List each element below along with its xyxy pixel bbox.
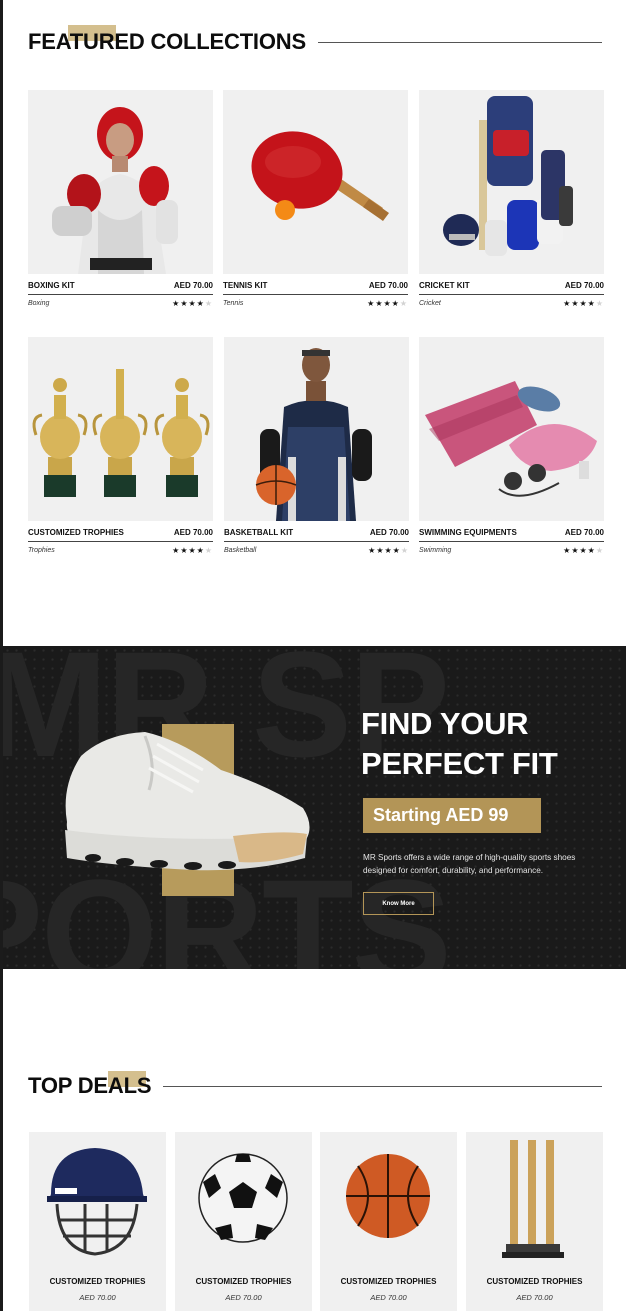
promo-banner: MR SP PORTS FIND YOUR PERFECT FIT Starti… [3,646,626,969]
cricket-stumps-image[interactable] [466,1132,603,1272]
header-rule [163,1085,602,1087]
product-category: Basketball [224,547,257,554]
boxer-image[interactable] [28,90,213,274]
running-shoe-image [53,726,323,876]
product-price: AED 70.00 [564,528,604,537]
deal-price: AED 70.00 [225,1293,262,1302]
hero-headline-line1: FIND YOUR [361,706,529,741]
rating-stars: ★★★★★ [563,546,604,555]
deals-title-wrap: TOP DEALS [28,1071,152,1099]
card-meta-row-2: Cricket ★★★★★ [419,299,604,308]
featured-title-wrap: FEATURED COLLECTIONS [28,25,306,55]
product-name[interactable]: CRICKET KIT [419,281,470,290]
rating-stars: ★★★★★ [563,299,604,308]
deal-price: AED 70.00 [79,1293,116,1302]
deal-card[interactable]: CUSTOMIZED TROPHIES AED 70.00 [466,1132,603,1311]
swimming-gear-image[interactable] [419,337,604,521]
product-price: AED 70.00 [564,281,604,290]
product-category: Boxing [28,300,50,307]
header-rule [317,41,602,43]
product-name[interactable]: BASKETBALL KIT [224,528,293,537]
product-price: AED 70.00 [173,281,213,290]
deal-price: AED 70.00 [516,1293,553,1302]
card-meta-row-2: Swimming ★★★★★ [419,546,604,555]
product-name[interactable]: TENNIS KIT [223,281,267,290]
featured-header: FEATURED COLLECTIONS [28,25,602,57]
featured-title: FEATURED COLLECTIONS [28,29,306,54]
trophies-image[interactable] [28,337,213,521]
product-name[interactable]: CUSTOMIZED TROPHIES [28,528,124,537]
cricket-helmet-image[interactable] [29,1132,166,1272]
deals-header: TOP DEALS [28,1071,602,1101]
rating-stars: ★★★★★ [368,546,409,555]
deal-card[interactable]: CUSTOMIZED TROPHIES AED 70.00 [29,1132,166,1311]
hero-headline-line2: PERFECT FIT [361,746,558,781]
hero-description: MR Sports offers a wide range of high-qu… [363,853,576,875]
card-meta-row-2: Trophies ★★★★★ [28,546,213,555]
price-badge: Starting AED 99 [363,798,541,833]
basketball-player-image[interactable] [224,337,409,521]
product-category: Trophies [28,547,55,554]
rating-stars: ★★★★★ [172,299,213,308]
product-category: Swimming [419,547,452,554]
product-category: Cricket [419,300,441,307]
card-meta-row: BASKETBALL KIT AED 70.00 [224,528,409,542]
product-card[interactable]: CRICKET KIT AED 70.00 Cricket ★★★★★ [419,90,604,308]
table-tennis-paddle-image[interactable] [223,90,408,274]
deal-card[interactable]: CUSTOMIZED TROPHIES AED 70.00 [320,1132,457,1311]
deal-name[interactable]: CUSTOMIZED TROPHIES [320,1277,457,1286]
product-name[interactable]: SWIMMING EQUIPMENTS [419,528,517,537]
deal-name[interactable]: CUSTOMIZED TROPHIES [29,1277,166,1286]
card-meta-row-2: Tennis ★★★★★ [223,299,408,308]
cricket-kit-image[interactable] [419,90,604,274]
rating-stars: ★★★★★ [367,299,408,308]
product-category: Tennis [223,300,244,307]
product-card[interactable]: SWIMMING EQUIPMENTS AED 70.00 Swimming ★… [419,337,604,555]
soccer-ball-image[interactable] [175,1132,312,1272]
basketball-image[interactable] [320,1132,457,1272]
hero-headline: FIND YOUR PERFECT FIT [361,704,611,784]
product-name[interactable]: BOXING KIT [28,281,75,290]
deal-price: AED 70.00 [370,1293,407,1302]
product-card[interactable]: BASKETBALL KIT AED 70.00 Basketball ★★★★… [224,337,409,555]
product-card[interactable]: BOXING KIT AED 70.00 Boxing ★★★★★ [28,90,213,308]
card-meta-row-2: Boxing ★★★★★ [28,299,213,308]
card-meta-row: CRICKET KIT AED 70.00 [419,281,604,295]
card-meta-row: CUSTOMIZED TROPHIES AED 70.00 [28,528,213,542]
deal-name[interactable]: CUSTOMIZED TROPHIES [175,1277,312,1286]
card-meta-row-2: Basketball ★★★★★ [224,546,409,555]
know-more-button[interactable]: Know More [363,892,434,915]
deals-title: TOP DEALS [28,1073,152,1098]
product-price: AED 70.00 [173,528,213,537]
rating-stars: ★★★★★ [172,546,213,555]
product-card[interactable]: CUSTOMIZED TROPHIES AED 70.00 Trophies ★… [28,337,213,555]
deal-card[interactable]: CUSTOMIZED TROPHIES AED 70.00 [175,1132,312,1311]
product-price: AED 70.00 [369,528,409,537]
card-meta-row: BOXING KIT AED 70.00 [28,281,213,295]
product-card[interactable]: TENNIS KIT AED 70.00 Tennis ★★★★★ [223,90,408,308]
card-meta-row: TENNIS KIT AED 70.00 [223,281,408,295]
deal-name[interactable]: CUSTOMIZED TROPHIES [466,1277,603,1286]
product-price: AED 70.00 [368,281,408,290]
card-meta-row: SWIMMING EQUIPMENTS AED 70.00 [419,528,604,542]
